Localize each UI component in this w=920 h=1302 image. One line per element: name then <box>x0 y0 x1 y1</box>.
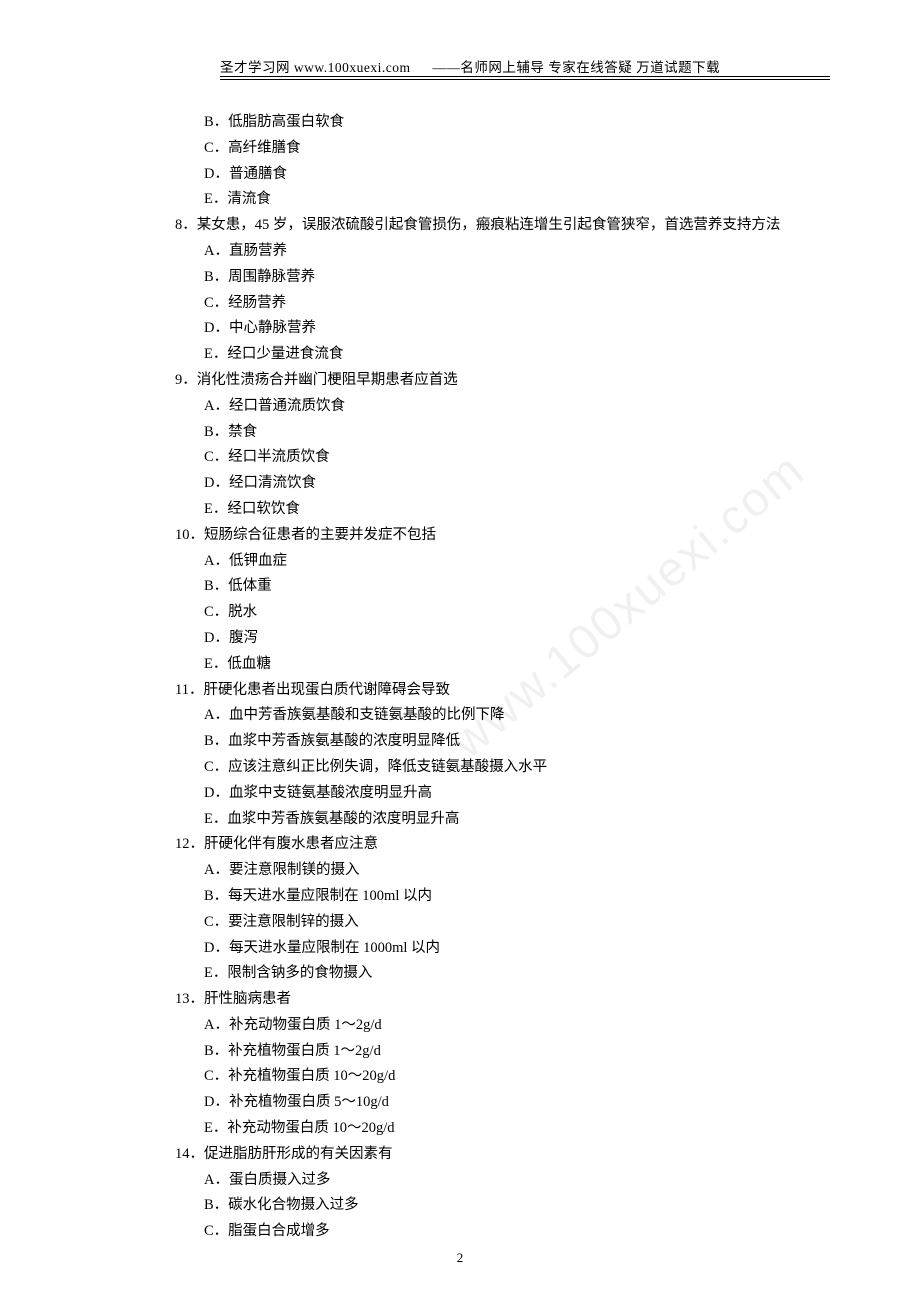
answer-option: E．经口少量进食流食 <box>175 342 820 368</box>
content-area: B．低脂肪高蛋白软食C．高纤维膳食D．普通膳食E．清流食8．某女患，45 岁，误… <box>175 110 820 1245</box>
answer-option: A．血中芳香族氨基酸和支链氨基酸的比例下降 <box>175 703 820 729</box>
answer-option: E．限制含钠多的食物摄入 <box>175 961 820 987</box>
answer-option: C．高纤维膳食 <box>175 136 820 162</box>
document-page: 圣才学习网 www.100xuexi.com ——名师网上辅导 专家在线答疑 万… <box>0 0 920 1302</box>
header-rule <box>220 76 830 80</box>
question-stem: 11．肝硬化患者出现蛋白质代谢障碍会导致 <box>175 678 820 704</box>
answer-option: B．血浆中芳香族氨基酸的浓度明显降低 <box>175 729 820 755</box>
question-stem: 10．短肠综合征患者的主要并发症不包括 <box>175 523 820 549</box>
page-number: 2 <box>0 1250 920 1266</box>
answer-option: C．经口半流质饮食 <box>175 445 820 471</box>
answer-option: E．血浆中芳香族氨基酸的浓度明显升高 <box>175 807 820 833</box>
page-header: 圣才学习网 www.100xuexi.com ——名师网上辅导 专家在线答疑 万… <box>220 56 830 76</box>
answer-option: B．补充植物蛋白质 1～2g/d <box>175 1039 820 1065</box>
answer-option: A．经口普通流质饮食 <box>175 394 820 420</box>
answer-option: C．经肠营养 <box>175 291 820 317</box>
answer-option: D．中心静脉营养 <box>175 316 820 342</box>
answer-option: E．经口软饮食 <box>175 497 820 523</box>
answer-option: B．低体重 <box>175 574 820 600</box>
answer-option: D．补充植物蛋白质 5～10g/d <box>175 1090 820 1116</box>
answer-option: B．周围静脉营养 <box>175 265 820 291</box>
answer-option: C．应该注意纠正比例失调，降低支链氨基酸摄入水平 <box>175 755 820 781</box>
answer-option: D．经口清流饮食 <box>175 471 820 497</box>
answer-option: C．脱水 <box>175 600 820 626</box>
question-stem: 9．消化性溃疡合并幽门梗阻早期患者应首选 <box>175 368 820 394</box>
answer-option: E．补充动物蛋白质 10～20g/d <box>175 1116 820 1142</box>
answer-option: B．低脂肪高蛋白软食 <box>175 110 820 136</box>
question-stem: 14．促进脂肪肝形成的有关因素有 <box>175 1142 820 1168</box>
answer-option: D．血浆中支链氨基酸浓度明显升高 <box>175 781 820 807</box>
answer-option: A．要注意限制镁的摄入 <box>175 858 820 884</box>
header-right: ——名师网上辅导 专家在线答疑 万道试题下载 <box>432 60 720 75</box>
answer-option: B．禁食 <box>175 420 820 446</box>
answer-option: D．腹泻 <box>175 626 820 652</box>
question-stem: 12．肝硬化伴有腹水患者应注意 <box>175 832 820 858</box>
answer-option: D．普通膳食 <box>175 162 820 188</box>
answer-option: B．每天进水量应限制在 100ml 以内 <box>175 884 820 910</box>
answer-option: A．低钾血症 <box>175 549 820 575</box>
header-left: 圣才学习网 www.100xuexi.com <box>220 60 410 75</box>
answer-option: E．低血糖 <box>175 652 820 678</box>
answer-option: A．蛋白质摄入过多 <box>175 1168 820 1194</box>
answer-option: E．清流食 <box>175 187 820 213</box>
answer-option: A．直肠营养 <box>175 239 820 265</box>
question-stem: 13．肝性脑病患者 <box>175 987 820 1013</box>
answer-option: B．碳水化合物摄入过多 <box>175 1193 820 1219</box>
answer-option: C．脂蛋白合成增多 <box>175 1219 820 1245</box>
answer-option: D．每天进水量应限制在 1000ml 以内 <box>175 936 820 962</box>
answer-option: C．补充植物蛋白质 10～20g/d <box>175 1064 820 1090</box>
question-stem: 8．某女患，45 岁，误服浓硫酸引起食管损伤，瘢痕粘连增生引起食管狭窄，首选营养… <box>175 213 820 239</box>
answer-option: A．补充动物蛋白质 1～2g/d <box>175 1013 820 1039</box>
answer-option: C．要注意限制锌的摄入 <box>175 910 820 936</box>
